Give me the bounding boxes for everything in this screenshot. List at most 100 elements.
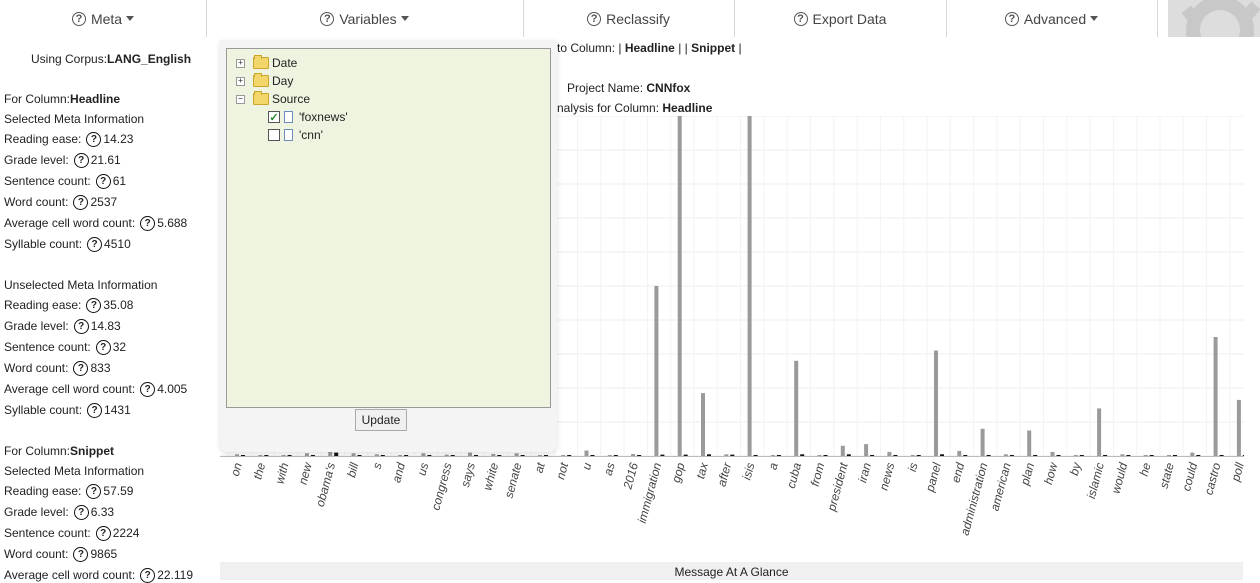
- bar-2016-series1[interactable]: [637, 455, 642, 456]
- bar-tax-series1[interactable]: [707, 454, 711, 456]
- bar-new-series0[interactable]: [304, 453, 309, 456]
- bar-by-series0[interactable]: [1073, 454, 1078, 456]
- help-icon[interactable]: ?: [95, 173, 111, 189]
- bar-a-series1[interactable]: [776, 455, 781, 456]
- tree-folder[interactable]: + Day: [236, 73, 293, 89]
- bar-islamic-series1[interactable]: [1103, 454, 1108, 456]
- bar-panel-series0[interactable]: [934, 350, 938, 456]
- bar-gop-series1[interactable]: [683, 454, 688, 456]
- bar-poll-series1[interactable]: [1242, 454, 1247, 456]
- bar-end-series1[interactable]: [963, 455, 968, 456]
- bar-us-series1[interactable]: [427, 455, 432, 456]
- bar-islamic-series0[interactable]: [1097, 408, 1102, 456]
- help-icon[interactable]: ?: [73, 360, 89, 376]
- update-button[interactable]: Update: [355, 409, 407, 431]
- bar-senate-series0[interactable]: [514, 453, 519, 456]
- help-icon[interactable]: ?: [95, 525, 111, 541]
- bar-american-series0[interactable]: [1003, 454, 1008, 456]
- bar-administration-series0[interactable]: [980, 428, 985, 456]
- expand-icon[interactable]: +: [236, 58, 245, 68]
- bar-2016-series0[interactable]: [631, 453, 636, 456]
- bar-congress-series1[interactable]: [450, 455, 455, 456]
- bar-is-series0[interactable]: [910, 454, 915, 456]
- bar-bill-series0[interactable]: [351, 453, 356, 456]
- bar-news-series1[interactable]: [893, 454, 898, 456]
- bar-cuba-series1[interactable]: [800, 454, 805, 456]
- bar-castro-series0[interactable]: [1213, 337, 1218, 456]
- help-icon[interactable]: ?: [95, 339, 111, 355]
- bar-would-series0[interactable]: [1120, 454, 1125, 456]
- bar-u-series0[interactable]: [584, 450, 589, 456]
- bar-on-series1[interactable]: [241, 455, 245, 456]
- bar-s-series0[interactable]: [374, 454, 379, 456]
- bar-says-series1[interactable]: [474, 455, 478, 456]
- bar-not-series1[interactable]: [567, 455, 572, 456]
- help-icon[interactable]: ?: [140, 567, 156, 583]
- bar-with-series0[interactable]: [281, 454, 286, 456]
- help-icon[interactable]: ?: [73, 318, 89, 334]
- bar-news-series0[interactable]: [887, 451, 892, 456]
- bar-and-series0[interactable]: [398, 454, 403, 456]
- bar-u-series1[interactable]: [590, 455, 595, 456]
- collapse-icon[interactable]: −: [236, 94, 245, 104]
- bar-could-series1[interactable]: [1196, 455, 1201, 456]
- bar-isis-series1[interactable]: [753, 454, 758, 456]
- bar-castro-series1[interactable]: [1219, 454, 1224, 456]
- tree-leaf[interactable]: ✓ 'foxnews': [268, 109, 348, 125]
- help-icon[interactable]: ?: [73, 546, 89, 562]
- bar-after-series0[interactable]: [724, 454, 729, 456]
- bar-obama's-series1[interactable]: [334, 452, 339, 456]
- bar-iran-series0[interactable]: [864, 444, 869, 456]
- bar-from-series0[interactable]: [817, 454, 822, 456]
- bar-plan-series1[interactable]: [1033, 454, 1038, 456]
- bar-the-series0[interactable]: [258, 454, 263, 456]
- tree-leaf[interactable]: 'cnn': [268, 127, 323, 143]
- tree-folder[interactable]: + Date: [236, 55, 297, 71]
- bar-by-series1[interactable]: [1079, 455, 1084, 456]
- bar-cuba-series0[interactable]: [794, 360, 799, 456]
- bar-isis-series0[interactable]: [747, 116, 752, 456]
- bar-he-series0[interactable]: [1143, 454, 1148, 456]
- bar-plan-series0[interactable]: [1027, 430, 1032, 457]
- bar-president-series0[interactable]: [840, 445, 845, 456]
- bar-as-series1[interactable]: [613, 455, 618, 456]
- bar-is-series1[interactable]: [916, 455, 921, 456]
- bar-the-series1[interactable]: [264, 455, 269, 456]
- bar-a-series0[interactable]: [770, 454, 775, 456]
- bar-poll-series0[interactable]: [1236, 399, 1241, 456]
- checkbox[interactable]: [268, 129, 280, 141]
- bar-not-series0[interactable]: [561, 454, 566, 456]
- bar-bill-series1[interactable]: [357, 455, 362, 456]
- nav-reclassify[interactable]: ? Reclassify: [523, 0, 735, 37]
- help-icon[interactable]: ?: [140, 215, 156, 231]
- help-icon[interactable]: ?: [86, 483, 102, 499]
- help-icon[interactable]: ?: [87, 402, 103, 418]
- bar-at-series0[interactable]: [537, 454, 542, 456]
- bar-with-series1[interactable]: [287, 455, 292, 456]
- help-icon[interactable]: ?: [73, 504, 89, 520]
- bar-immigration-series1[interactable]: [660, 454, 665, 456]
- bar-state-series0[interactable]: [1167, 454, 1171, 456]
- help-icon[interactable]: ?: [73, 194, 89, 210]
- help-icon[interactable]: ?: [73, 152, 89, 168]
- bar-american-series1[interactable]: [1009, 455, 1014, 456]
- help-icon[interactable]: ?: [86, 131, 102, 147]
- bar-senate-series1[interactable]: [520, 455, 525, 456]
- bar-on-series0[interactable]: [235, 454, 239, 456]
- bar-state-series1[interactable]: [1173, 455, 1177, 456]
- bar-congress-series0[interactable]: [444, 454, 449, 456]
- bar-iran-series1[interactable]: [870, 454, 875, 456]
- bar-says-series0[interactable]: [468, 452, 472, 456]
- bar-white-series0[interactable]: [491, 453, 496, 456]
- gear-icon[interactable]: [1168, 0, 1260, 37]
- help-icon[interactable]: ?: [87, 236, 103, 252]
- bar-president-series1[interactable]: [846, 454, 851, 456]
- bar-new-series1[interactable]: [310, 455, 315, 456]
- bar-obama's-series0[interactable]: [328, 451, 333, 456]
- expand-icon[interactable]: +: [236, 76, 245, 86]
- bar-could-series0[interactable]: [1190, 452, 1195, 456]
- bar-at-series1[interactable]: [543, 455, 548, 456]
- help-icon[interactable]: ?: [86, 297, 102, 313]
- bar-from-series1[interactable]: [823, 455, 828, 456]
- bar-after-series1[interactable]: [730, 454, 735, 456]
